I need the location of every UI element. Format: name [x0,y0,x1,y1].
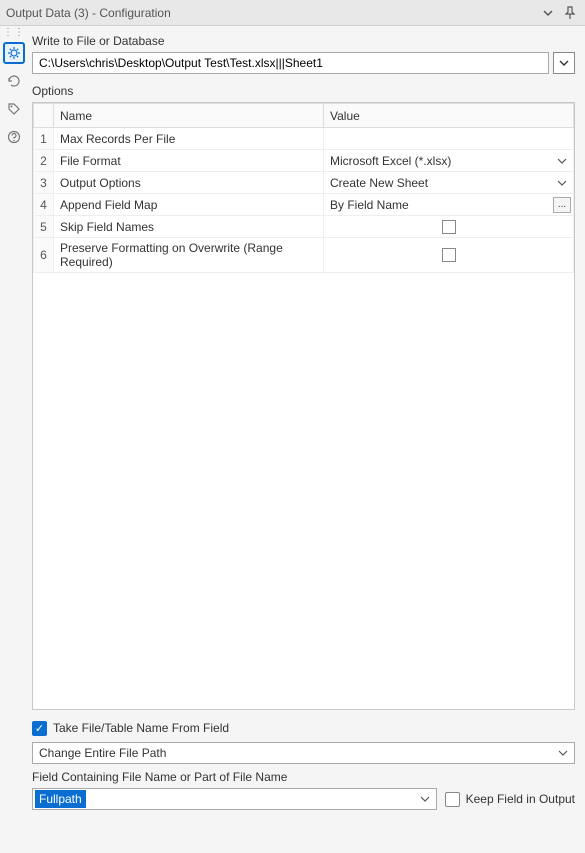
table-row: 1Max Records Per File [34,128,574,150]
option-name: File Format [54,150,324,172]
grid-corner [34,104,54,128]
table-row: 6Preserve Formatting on Overwrite (Range… [34,238,574,273]
option-name: Max Records Per File [54,128,324,150]
row-number: 5 [34,216,54,238]
tag-tab[interactable] [3,98,25,120]
option-name: Append Field Map [54,194,324,216]
ellipsis-button[interactable]: ... [553,197,571,213]
tag-icon [7,102,21,116]
row-number: 6 [34,238,54,273]
help-tab[interactable] [3,126,25,148]
option-checkbox[interactable] [442,248,456,262]
pin-icon[interactable] [561,4,579,22]
options-grid: Name Value 1Max Records Per File2File Fo… [32,102,575,710]
option-checkbox[interactable] [442,220,456,234]
option-value-cell[interactable] [324,216,574,238]
option-value-cell[interactable]: Microsoft Excel (*.xlsx) [324,150,574,172]
gear-icon [7,46,21,60]
column-header-name[interactable]: Name [54,104,324,128]
collapse-icon[interactable] [539,4,557,22]
refresh-icon [7,74,21,88]
titlebar: Output Data (3) - Configuration [0,0,585,26]
option-value-cell[interactable] [324,128,574,150]
take-from-field-checkbox[interactable]: ✓ [32,721,47,736]
option-value: Create New Sheet [330,176,428,190]
change-path-select[interactable]: Change Entire File Path [32,742,575,764]
chevron-down-icon [558,748,568,758]
take-from-field-label: Take File/Table Name From Field [53,721,229,735]
field-name-value: Fullpath [35,790,86,808]
chevron-down-icon [557,156,567,166]
option-name: Skip Field Names [54,216,324,238]
option-value-cell[interactable]: By Field Name... [324,194,574,216]
table-row: 3Output Options Create New Sheet [34,172,574,194]
option-value: By Field Name [330,198,409,212]
keep-field-checkbox[interactable] [445,792,460,807]
write-section-label: Write to File or Database [32,34,575,48]
row-number: 4 [34,194,54,216]
options-label: Options [32,84,575,98]
chevron-down-icon [559,58,569,68]
table-row: 4Append Field MapBy Field Name... [34,194,574,216]
file-path-dropdown-button[interactable] [553,52,575,74]
file-path-input[interactable] [32,52,549,74]
option-value-cell[interactable]: Create New Sheet [324,172,574,194]
column-header-value[interactable]: Value [324,104,574,128]
chevron-down-icon [557,178,567,188]
field-containing-label: Field Containing File Name or Part of Fi… [32,770,575,784]
drag-handle-icon[interactable]: ⋮⋮ [3,30,25,36]
keep-field-label: Keep Field in Output [466,792,575,806]
row-number: 2 [34,150,54,172]
option-value-cell[interactable] [324,238,574,273]
option-value: Microsoft Excel (*.xlsx) [330,154,451,168]
panel-title: Output Data (3) - Configuration [6,6,535,20]
chevron-down-icon [420,794,430,804]
help-icon [7,130,21,144]
refresh-tab[interactable] [3,70,25,92]
change-path-value: Change Entire File Path [39,746,166,760]
config-tab[interactable] [3,42,25,64]
row-number: 1 [34,128,54,150]
field-name-combo[interactable]: Fullpath [32,788,437,810]
sidebar: ⋮⋮ [0,26,28,853]
option-name: Output Options [54,172,324,194]
row-number: 3 [34,172,54,194]
table-row: 5Skip Field Names [34,216,574,238]
table-row: 2File Format Microsoft Excel (*.xlsx) [34,150,574,172]
option-name: Preserve Formatting on Overwrite (Range … [54,238,324,273]
